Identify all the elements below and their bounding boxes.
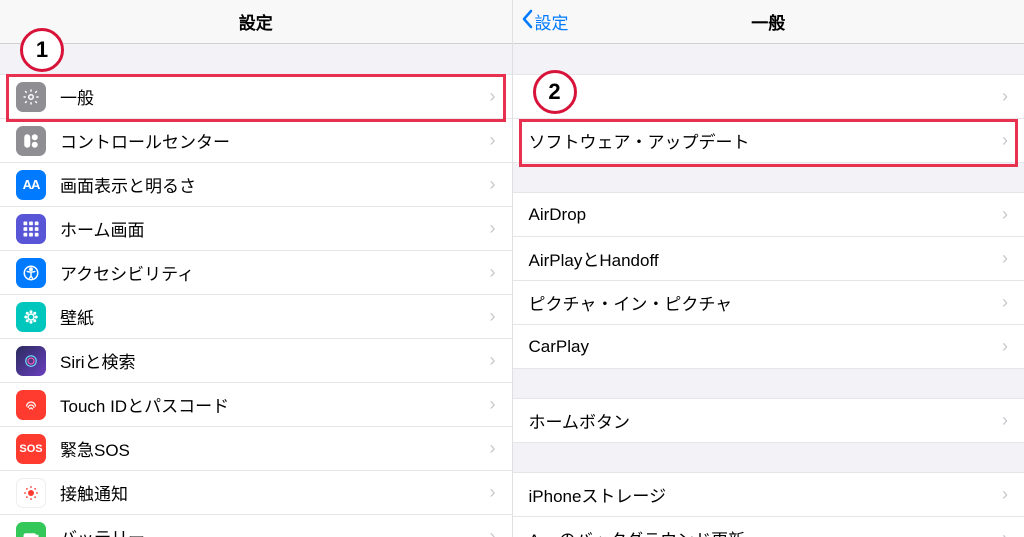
chevron-right-icon: ›	[1002, 204, 1008, 225]
exposure-icon	[16, 478, 46, 508]
row-label: ピクチャ・イン・ピクチャ	[529, 290, 1003, 315]
row-label: ソフトウェア・アップデート	[529, 128, 1003, 153]
row-label: Siriと検索	[60, 348, 490, 373]
row-label: ホーム画面	[60, 216, 490, 241]
control-center-icon	[16, 126, 46, 156]
navbar-left: 設定	[0, 0, 512, 44]
row-label: iPhoneストレージ	[529, 482, 1003, 507]
spacer	[513, 368, 1024, 398]
general-item-home-button[interactable]: ホームボタン ›	[513, 398, 1024, 443]
general-panel: 設定 一般 2 › ソフトウェア・アップデート › AirDrop › AirP…	[513, 0, 1024, 537]
general-item-airdrop[interactable]: AirDrop ›	[513, 192, 1024, 237]
general-item-pip[interactable]: ピクチャ・イン・ピクチャ ›	[513, 280, 1024, 325]
chevron-right-icon: ›	[490, 438, 496, 459]
chevron-right-icon: ›	[490, 394, 496, 415]
general-item-about[interactable]: ›	[513, 74, 1024, 119]
settings-item-sos[interactable]: SOS 緊急SOS ›	[0, 426, 512, 471]
row-label: 緊急SOS	[60, 436, 490, 461]
chevron-right-icon: ›	[1002, 86, 1008, 107]
step-badge-1: 1	[20, 28, 64, 72]
chevron-right-icon: ›	[490, 306, 496, 327]
row-label: 画面表示と明るさ	[60, 172, 490, 197]
spacer	[513, 162, 1024, 192]
general-item-background-refresh[interactable]: Appのバックグラウンド更新 ›	[513, 516, 1024, 537]
settings-item-control-center[interactable]: コントロールセンター ›	[0, 118, 512, 163]
chevron-right-icon: ›	[490, 482, 496, 503]
row-label: 一般	[60, 84, 490, 109]
row-label: コントロールセンター	[60, 128, 490, 153]
navbar-right: 設定 一般	[513, 0, 1024, 44]
nav-back-button[interactable]: 設定	[521, 9, 569, 34]
chevron-right-icon: ›	[1002, 528, 1008, 537]
accessibility-icon	[16, 258, 46, 288]
chevron-right-icon: ›	[490, 86, 496, 107]
display-brightness-icon: AA	[16, 170, 46, 200]
general-list[interactable]: › ソフトウェア・アップデート › AirDrop › AirPlayとHand…	[513, 44, 1024, 537]
general-item-software-update[interactable]: ソフトウェア・アップデート ›	[513, 118, 1024, 163]
row-label: Touch IDとパスコード	[60, 392, 490, 417]
home-screen-icon	[16, 214, 46, 244]
settings-item-accessibility[interactable]: アクセシビリティ ›	[0, 250, 512, 295]
settings-item-home-screen[interactable]: ホーム画面 ›	[0, 206, 512, 251]
chevron-right-icon: ›	[1002, 292, 1008, 313]
settings-item-exposure[interactable]: 接触通知 ›	[0, 470, 512, 515]
chevron-right-icon: ›	[490, 350, 496, 371]
general-item-airplay[interactable]: AirPlayとHandoff ›	[513, 236, 1024, 281]
chevron-right-icon: ›	[1002, 336, 1008, 357]
chevron-right-icon: ›	[490, 174, 496, 195]
gear-icon	[16, 82, 46, 112]
wallpaper-icon	[16, 302, 46, 332]
chevron-left-icon	[521, 9, 533, 34]
chevron-right-icon: ›	[1002, 130, 1008, 151]
settings-item-touch-id[interactable]: Touch IDとパスコード ›	[0, 382, 512, 427]
row-label: AirPlayとHandoff	[529, 246, 1003, 271]
row-label: AirDrop	[529, 205, 1003, 225]
settings-item-display[interactable]: AA 画面表示と明るさ ›	[0, 162, 512, 207]
spacer	[513, 44, 1024, 74]
chevron-right-icon: ›	[1002, 248, 1008, 269]
settings-list[interactable]: 一般 › コントロールセンター › AA 画面表示と明るさ › ホーム画面 ›	[0, 44, 512, 537]
row-label: CarPlay	[529, 337, 1003, 357]
battery-icon	[16, 522, 46, 537]
row-label: ホームボタン	[529, 408, 1003, 433]
sos-icon: SOS	[16, 434, 46, 464]
chevron-right-icon: ›	[490, 130, 496, 151]
settings-item-battery[interactable]: バッテリー ›	[0, 514, 512, 537]
settings-panel: 設定 1 一般 › コントロールセンター › AA 画面表示と明るさ ›	[0, 0, 513, 537]
settings-item-general[interactable]: 一般 ›	[0, 74, 512, 119]
row-label: バッテリー	[60, 524, 490, 537]
chevron-right-icon: ›	[490, 218, 496, 239]
general-item-iphone-storage[interactable]: iPhoneストレージ ›	[513, 472, 1024, 517]
nav-back-label: 設定	[535, 9, 569, 34]
chevron-right-icon: ›	[490, 262, 496, 283]
touch-id-icon	[16, 390, 46, 420]
settings-item-wallpaper[interactable]: 壁紙 ›	[0, 294, 512, 339]
row-label: 接触通知	[60, 480, 490, 505]
row-label: アクセシビリティ	[60, 260, 490, 285]
siri-icon	[16, 346, 46, 376]
nav-title-general: 一般	[751, 9, 785, 34]
step-badge-2: 2	[533, 70, 577, 114]
general-item-carplay[interactable]: CarPlay ›	[513, 324, 1024, 369]
row-label: Appのバックグラウンド更新	[529, 526, 1003, 537]
chevron-right-icon: ›	[1002, 484, 1008, 505]
spacer	[0, 44, 512, 74]
spacer	[513, 442, 1024, 472]
nav-title-settings: 設定	[239, 9, 273, 34]
row-label: 壁紙	[60, 304, 490, 329]
chevron-right-icon: ›	[490, 526, 496, 537]
settings-item-siri[interactable]: Siriと検索 ›	[0, 338, 512, 383]
chevron-right-icon: ›	[1002, 410, 1008, 431]
